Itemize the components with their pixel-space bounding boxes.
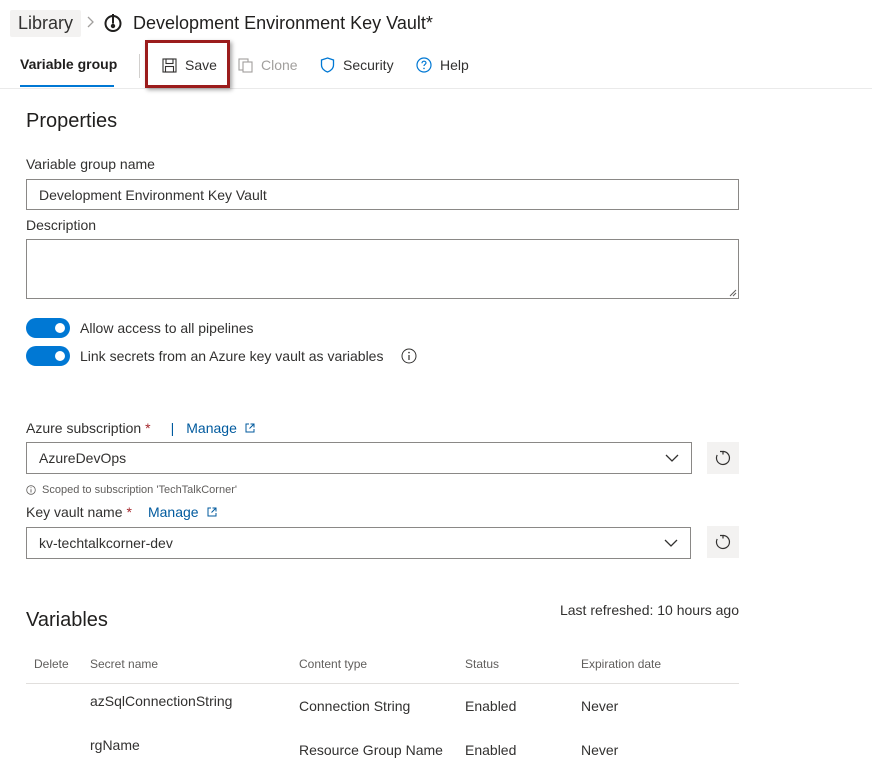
clone-label: Clone [261, 57, 298, 73]
last-refreshed-text: Last refreshed: 10 hours ago [559, 602, 739, 618]
expiration-cell: Never [581, 742, 619, 758]
toggle-knob [55, 351, 65, 361]
properties-heading: Properties [26, 110, 118, 132]
help-label: Help [440, 57, 469, 73]
toggle-row-keyvault: Link secrets from an Azure key vault as … [26, 346, 417, 366]
resize-grip-icon[interactable] [729, 289, 737, 297]
label-separator: | [170, 420, 175, 436]
external-link-icon [207, 507, 217, 517]
page-title: Development Environment Key Vault* [133, 12, 433, 33]
clone-icon [238, 57, 253, 73]
content-type-cell: Resource Group Name [299, 742, 443, 758]
chevron-down-icon [664, 539, 678, 547]
allow-all-pipelines-toggle[interactable] [26, 318, 70, 338]
link-keyvault-label: Link secrets from an Azure key vault as … [80, 348, 384, 364]
variable-group-name-label: Variable group name [26, 156, 155, 172]
refresh-icon [715, 534, 731, 550]
chevron-down-icon [665, 454, 679, 462]
chevron-right-icon [87, 16, 95, 31]
azure-subscription-value: AzureDevOps [39, 450, 127, 466]
refresh-icon [715, 450, 731, 466]
security-button[interactable]: Security [320, 54, 394, 76]
help-icon [416, 57, 432, 73]
clone-button[interactable]: Clone [238, 54, 298, 76]
column-header-expiration-date[interactable]: Expiration date [581, 657, 661, 671]
variable-group-name-input[interactable] [26, 179, 739, 210]
azure-subscription-dropdown[interactable]: AzureDevOps [26, 442, 692, 474]
refresh-key-vaults-button[interactable] [707, 526, 739, 558]
manage-label: Manage [186, 420, 237, 436]
content-type-cell: Connection String [299, 698, 411, 714]
key-vault-dropdown[interactable]: kv-techtalkcorner-dev [26, 527, 691, 559]
key-vault-label: Key vault name [26, 504, 123, 520]
expiration-cell: Never [581, 698, 619, 714]
shield-icon [320, 57, 335, 73]
required-indicator: * [126, 504, 132, 520]
refresh-subscriptions-button[interactable] [707, 442, 739, 474]
info-small-icon [26, 485, 36, 495]
manage-label: Manage [147, 504, 199, 520]
variable-group-icon [104, 14, 122, 32]
description-field-wrapper [26, 239, 739, 299]
toolbar-divider [139, 54, 140, 78]
breadcrumb-library-link[interactable]: Library [10, 9, 82, 37]
column-header-delete[interactable]: Delete [34, 657, 69, 671]
table-header-divider [26, 683, 739, 684]
required-indicator: * [145, 420, 151, 436]
column-header-content-type[interactable]: Content type [299, 657, 367, 671]
column-header-status[interactable]: Status [465, 657, 499, 671]
tab-selected-indicator [20, 85, 114, 87]
info-icon[interactable] [401, 348, 417, 364]
external-link-icon [245, 423, 255, 433]
help-button[interactable]: Help [416, 54, 469, 76]
status-cell: Enabled [465, 742, 517, 758]
toolbar: Variable group Save Clone Security Help [0, 44, 872, 89]
variables-heading: Variables [26, 609, 108, 631]
save-highlight-box [145, 40, 230, 88]
toggle-row-pipelines: Allow access to all pipelines [26, 318, 254, 338]
azure-subscription-label-row: Azure subscription * | Manage [26, 420, 255, 436]
scope-note-text: Scoped to subscription 'TechTalkCorner' [42, 484, 237, 496]
scope-note: Scoped to subscription 'TechTalkCorner' [26, 484, 237, 496]
azure-subscription-label: Azure subscription [26, 420, 142, 436]
link-keyvault-toggle[interactable] [26, 346, 70, 366]
status-cell: Enabled [465, 698, 517, 714]
manage-subscription-link[interactable]: Manage [186, 420, 255, 436]
key-vault-label-row: Key vault name * Manage [26, 504, 217, 520]
toggle-knob [55, 323, 65, 333]
breadcrumb: Library Development Environment Key Vaul… [10, 9, 433, 37]
column-header-secret-name[interactable]: Secret name [90, 657, 158, 671]
allow-all-pipelines-label: Allow access to all pipelines [80, 320, 254, 336]
manage-key-vault-link[interactable]: Manage [148, 504, 217, 520]
key-vault-value: kv-techtalkcorner-dev [39, 535, 173, 551]
description-label: Description [26, 217, 97, 233]
tab-variable-group[interactable]: Variable group [20, 56, 117, 72]
description-input[interactable] [26, 239, 739, 299]
security-label: Security [343, 57, 394, 73]
secret-name-cell: rgName [90, 737, 140, 753]
secret-name-cell: azSqlConnectionString [90, 693, 233, 709]
